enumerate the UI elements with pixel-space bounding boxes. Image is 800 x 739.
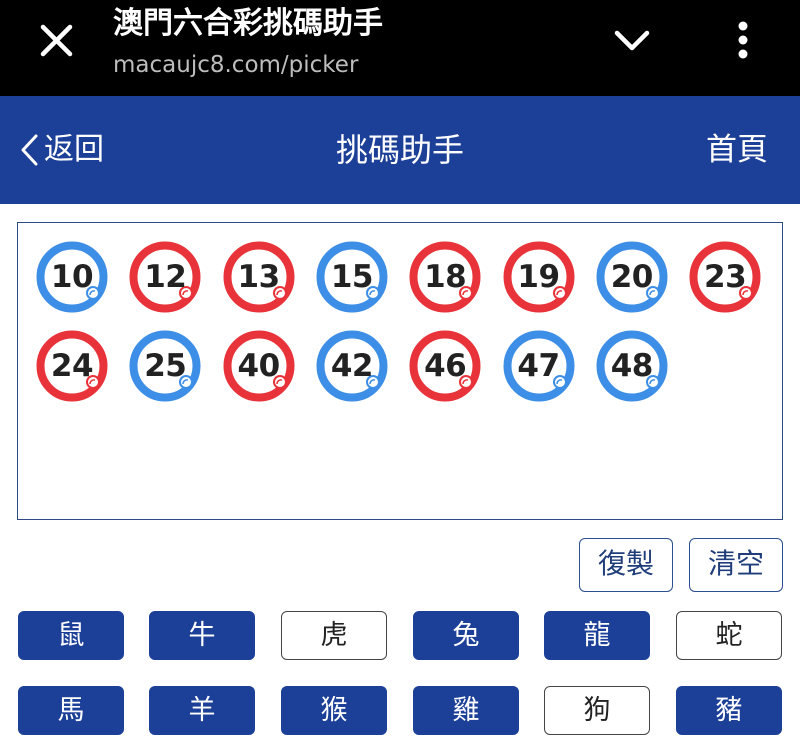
number-ball[interactable]: 48 [596,330,668,402]
more-options-button[interactable] [728,16,758,66]
ball-number: 42 [330,348,374,384]
number-ball[interactable]: 47 [503,330,575,402]
ball-number: 13 [237,259,281,295]
chevron-down-icon [614,30,650,51]
ball-number: 25 [144,348,187,384]
number-ball[interactable]: 46 [409,330,481,402]
ball-number: 12 [144,259,187,295]
number-ball[interactable]: 12 [129,241,201,313]
number-ball[interactable]: 42 [316,330,388,402]
zodiac-button[interactable]: 雞 [413,686,519,735]
expand-button[interactable] [608,24,656,60]
zodiac-button[interactable]: 虎 [281,611,387,660]
copy-button[interactable]: 復製 [579,538,673,592]
close-button[interactable] [30,20,84,62]
address-area[interactable]: 澳門六合彩挑碼助手 macaujc8.com/picker [113,4,593,82]
app-header: 返回 挑碼助手 首頁 [0,96,800,204]
zodiac-button[interactable]: 鼠 [18,611,124,660]
page-name: 澳門六合彩挑碼助手 [113,6,383,41]
zodiac-button[interactable]: 馬 [18,686,124,735]
page-title: 挑碼助手 [335,131,464,169]
number-ball[interactable]: 13 [223,241,295,313]
zodiac-button[interactable]: 兔 [413,611,519,660]
zodiac-button[interactable]: 牛 [149,611,255,660]
browser-bar: 澳門六合彩挑碼助手 macaujc8.com/picker [0,0,800,96]
close-icon [40,24,73,57]
zodiac-button[interactable]: 豬 [676,686,782,735]
number-ball[interactable]: 25 [129,330,201,402]
zodiac-button[interactable]: 狗 [544,686,650,735]
url-text: macaujc8.com/picker [113,52,359,78]
zodiac-button[interactable]: 猴 [281,686,387,735]
number-ball[interactable]: 15 [316,241,388,313]
ball-number: 10 [50,259,94,295]
number-ball[interactable]: 40 [223,330,295,402]
ball-number: 47 [517,348,560,384]
number-ball[interactable]: 23 [689,241,761,313]
zodiac-button[interactable]: 龍 [544,611,650,660]
ball-number: 15 [330,259,374,295]
ball-number: 40 [237,348,281,384]
more-vertical-icon [738,21,748,59]
ball-number: 46 [424,348,467,384]
ball-number: 24 [50,348,94,384]
zodiac-button[interactable]: 羊 [149,686,255,735]
ball-number: 18 [424,259,467,295]
home-link[interactable]: 首頁 [706,126,768,174]
zodiac-button[interactable]: 蛇 [676,611,782,660]
ball-number: 19 [517,259,560,295]
selected-numbers-panel: 10 12 13 15 18 19 20 23 24 25 40 42 46 47 48 [17,222,783,520]
number-ball[interactable]: 20 [596,241,668,313]
ball-number: 20 [610,259,654,295]
clear-button[interactable]: 清空 [689,538,783,592]
number-ball[interactable]: 19 [503,241,575,313]
number-ball[interactable]: 24 [36,330,108,402]
ball-number: 23 [704,259,747,295]
ball-number: 48 [610,348,654,384]
number-ball[interactable]: 10 [36,241,108,313]
number-ball[interactable]: 18 [409,241,481,313]
